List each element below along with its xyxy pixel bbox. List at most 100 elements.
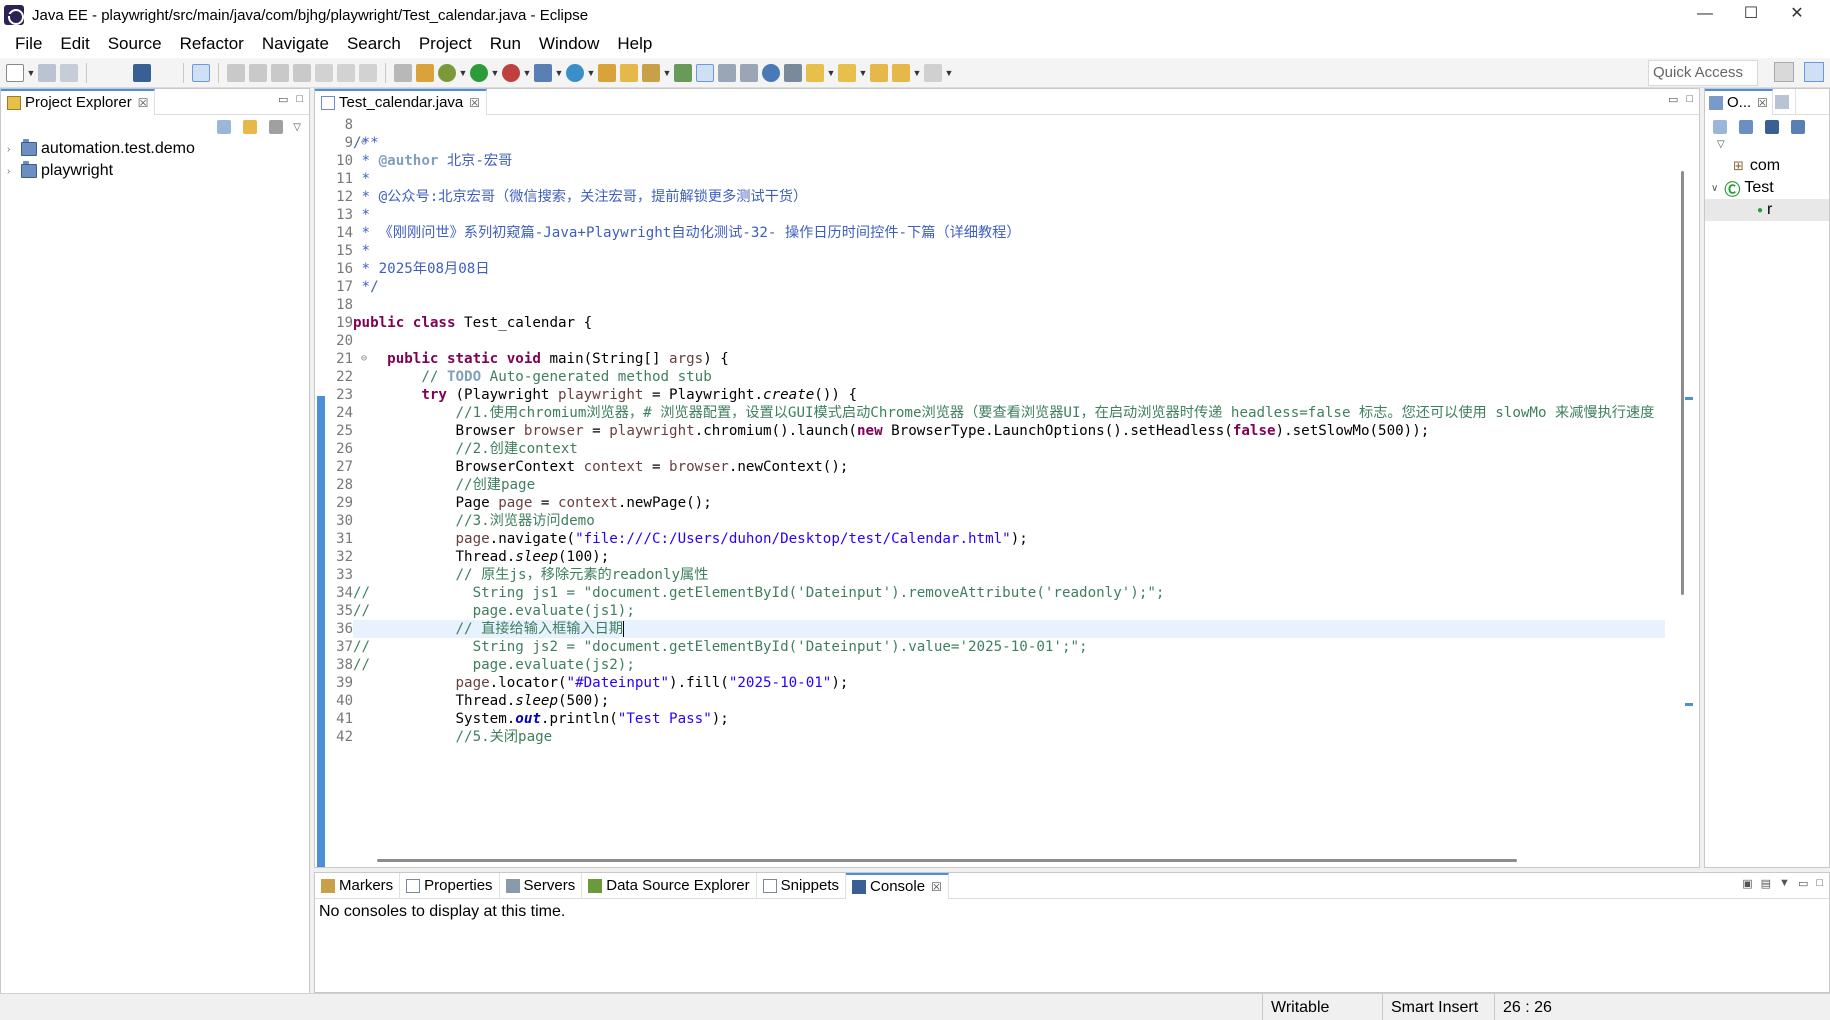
open-console-icon[interactable]: ▣ [1742,877,1752,890]
debug-icon[interactable] [438,63,456,82]
back-icon[interactable] [892,63,910,82]
terminate-icon[interactable] [271,63,289,82]
forward-icon[interactable] [924,63,942,82]
menu-edit[interactable]: Edit [51,30,98,58]
hide-static-icon[interactable] [1791,120,1805,134]
debug-dropdown-icon[interactable]: ▼ [458,64,468,82]
vertical-scrollbar[interactable] [1665,116,1699,867]
tab-outline[interactable]: O... ☒ [1705,88,1773,115]
tree-item-project[interactable]: › playwright [1,161,309,181]
run-dropdown-icon[interactable]: ▼ [490,64,500,82]
menu-window[interactable]: Window [530,30,608,58]
run-icon[interactable] [470,63,488,82]
open-folder-icon[interactable] [620,63,638,82]
minimize-button[interactable]: — [1682,2,1728,26]
step-over-icon[interactable] [337,63,355,82]
expand-icon[interactable]: › [7,166,21,177]
maximize-button[interactable]: ☐ [1728,2,1774,26]
collapse-all-icon[interactable] [1713,120,1727,134]
annotation-nav-icon[interactable] [784,63,802,82]
forward-dropdown-icon[interactable]: ▼ [944,64,954,82]
external-tools-icon[interactable] [502,63,520,82]
sort-icon[interactable] [1739,120,1753,134]
search-dropdown-icon[interactable]: ▼ [662,64,672,82]
tab-data-source-explorer[interactable]: Data Source Explorer [582,872,757,899]
new-server-dropdown-icon[interactable]: ▼ [554,64,564,82]
code-text[interactable]: /** * @author 北京-宏哥 * * @公众号:北京宏哥（微信搜索，关… [353,116,1665,746]
terminal-icon[interactable] [133,63,151,82]
close-icon[interactable]: ☒ [931,880,942,894]
save-all-icon[interactable] [60,63,78,82]
tab-project-explorer[interactable]: Project Explorer ☒ [1,88,156,115]
close-window-button[interactable]: ✕ [1774,2,1820,26]
resume-icon[interactable] [227,63,245,82]
step-return-icon[interactable] [359,63,377,82]
toggle-mark-occurrences-icon[interactable] [674,63,692,82]
scrollbar-thumb[interactable] [1681,171,1684,595]
menu-refactor[interactable]: Refactor [171,30,253,58]
new-server-icon[interactable] [534,63,552,82]
save-icon[interactable] [38,63,56,82]
outline-item-package[interactable]: ⊞ com [1705,155,1829,177]
tab-markers[interactable]: Markers [315,872,401,899]
view-menu-icon[interactable]: ▽ [293,122,301,133]
outline-item-class[interactable]: ∨ Ⓒ Test [1705,177,1829,199]
minimize-icon[interactable]: ▭ [1668,93,1678,106]
view-menu-icon[interactable]: ▼ [1779,877,1790,890]
display-console-icon[interactable]: ▤ [1761,877,1771,890]
hide-fields-icon[interactable] [1765,120,1779,134]
format-icon[interactable] [394,63,412,82]
view-menu-filter-icon[interactable] [269,120,284,134]
minimize-icon[interactable]: ▭ [1798,877,1808,890]
next-annotation-icon[interactable] [806,63,824,82]
close-icon[interactable]: ☒ [469,96,480,110]
outline-item-method[interactable]: ● r [1705,199,1829,221]
new-java-class-icon[interactable] [566,63,584,82]
new-dropdown-icon[interactable]: ▼ [26,64,36,82]
external-tools-dropdown-icon[interactable]: ▼ [522,64,532,82]
step-into-icon[interactable] [315,63,333,82]
tab-task-list[interactable] [1773,88,1796,115]
new-icon[interactable] [6,63,24,82]
collapse-all-icon[interactable] [217,120,232,134]
suspend-icon[interactable] [249,63,267,82]
menu-help[interactable]: Help [608,30,661,58]
tree-item-project[interactable]: › automation.test.demo [1,139,309,159]
tab-snippets[interactable]: Snippets [757,872,847,899]
maximize-icon[interactable]: □ [296,93,303,106]
new-class-dropdown-icon[interactable]: ▼ [586,64,596,82]
disconnect-icon[interactable] [293,63,311,82]
back-dropdown-icon[interactable]: ▼ [912,64,922,82]
close-icon[interactable]: ☒ [138,96,149,110]
web-browser-icon[interactable] [762,63,780,82]
last-edit-location-icon[interactable] [870,63,888,82]
build-icon[interactable] [416,63,434,82]
collapse-icon[interactable]: ∨ [1711,183,1718,194]
search-icon[interactable] [642,63,660,82]
prev-annotation-icon[interactable] [838,63,856,82]
open-type-icon[interactable] [598,63,616,82]
menu-source[interactable]: Source [99,30,171,58]
menu-file[interactable]: File [6,30,51,58]
java-ee-perspective-icon[interactable] [1804,62,1824,82]
toggle-highlight-icon[interactable] [696,63,714,82]
menu-search[interactable]: Search [338,30,410,58]
horizontal-scrollbar[interactable] [355,853,1665,867]
tab-properties[interactable]: Properties [400,872,500,899]
menu-project[interactable]: Project [410,30,481,58]
tab-test-calendar-java[interactable]: Test_calendar.java ☒ [315,88,488,115]
prev-annotation-dropdown-icon[interactable]: ▼ [858,64,868,82]
expand-icon[interactable]: › [7,144,21,155]
link-with-editor-icon[interactable] [243,120,258,134]
tab-console[interactable]: Console ☒ [846,872,949,899]
block-selection-icon[interactable] [718,63,736,82]
skip-breakpoints-icon[interactable] [192,63,210,82]
open-perspective-icon[interactable] [1774,62,1794,82]
minimize-icon[interactable]: ▭ [278,93,288,106]
maximize-icon[interactable]: □ [1686,93,1693,106]
overview-marker[interactable] [1685,703,1693,706]
show-whitespace-icon[interactable] [740,63,758,82]
overview-marker[interactable] [1685,397,1693,400]
maximize-icon[interactable]: □ [1816,877,1823,890]
tab-servers[interactable]: Servers [500,872,583,899]
